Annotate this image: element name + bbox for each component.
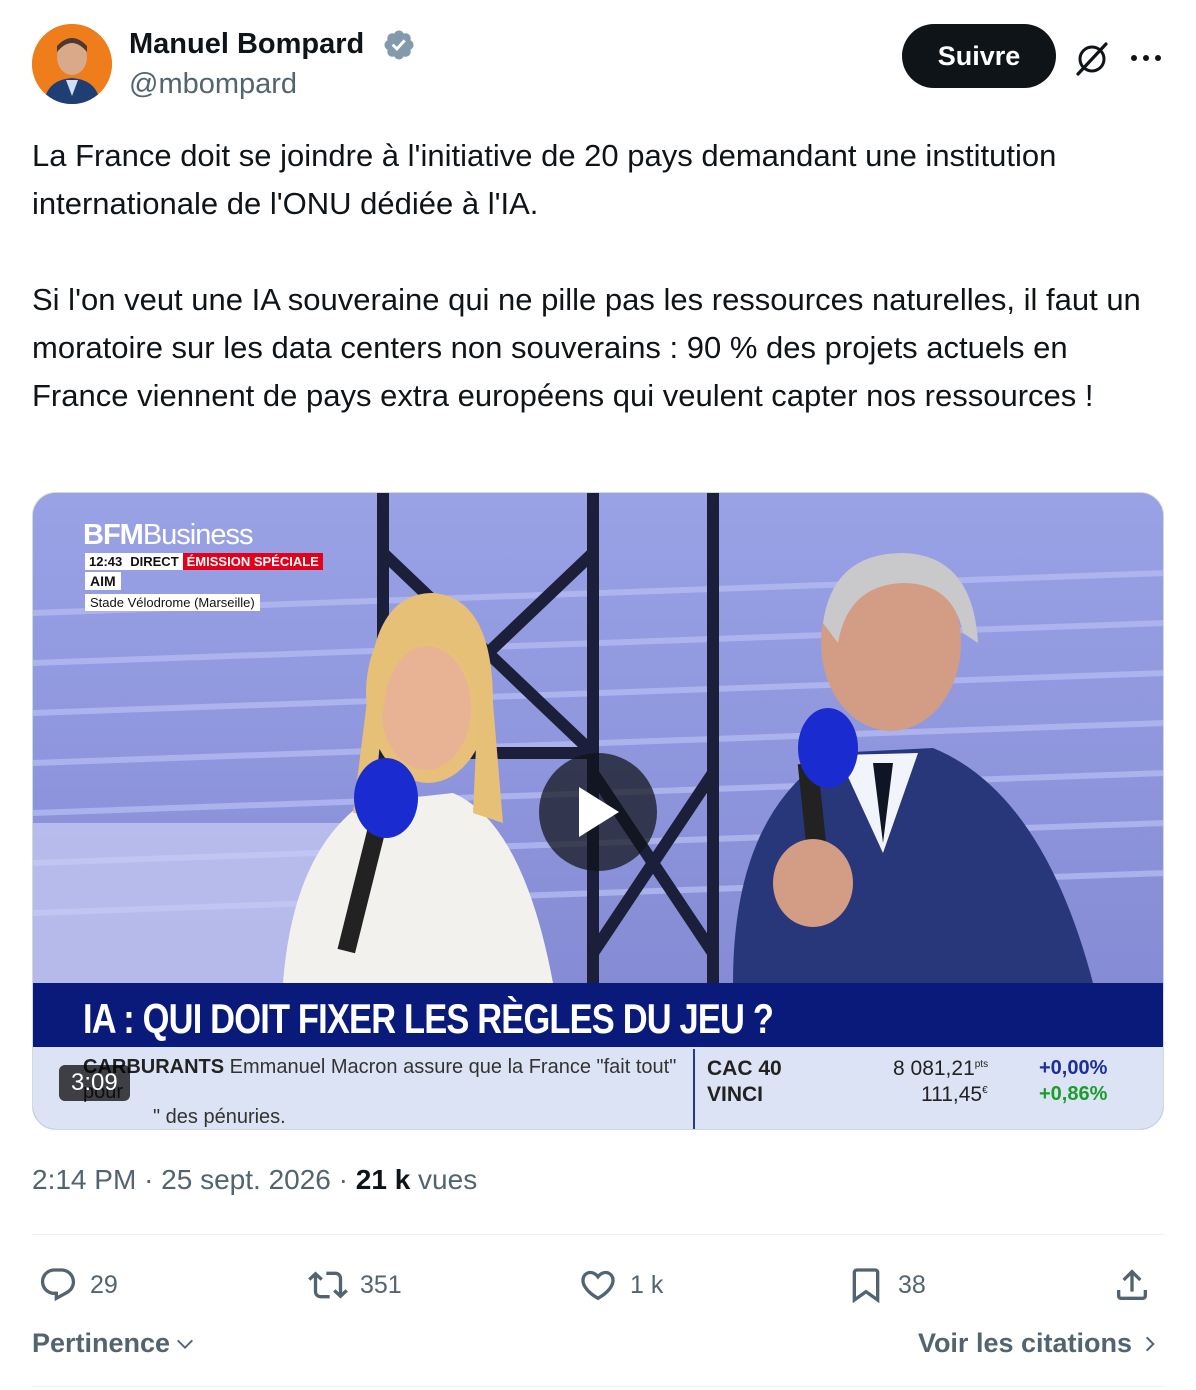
grok-icon[interactable] (1072, 38, 1112, 78)
bookmark-button[interactable]: 38 (846, 1258, 926, 1312)
program-label: AIM (85, 572, 121, 590)
reply-icon (40, 1268, 76, 1302)
stock-value: 111,45€ (921, 1083, 988, 1106)
venue-label: Stade Vélodrome (Marseille) (85, 594, 260, 611)
repost-icon (308, 1271, 348, 1299)
channel-logo: BFMBusiness (83, 519, 253, 551)
reply-button[interactable]: 29 (38, 1258, 118, 1312)
like-count: 1 k (630, 1270, 664, 1299)
author-handle[interactable]: @mbompard (129, 68, 297, 101)
divider (32, 1234, 1164, 1235)
sort-dropdown[interactable]: Pertinence (32, 1328, 196, 1359)
play-icon (579, 787, 619, 837)
stock-name: VINCI (707, 1083, 764, 1106)
play-button[interactable] (539, 753, 657, 871)
stock-change: +0,86% (1039, 1083, 1108, 1105)
ticker-news: CARBURANTS Emmanuel Macron assure que la… (83, 1056, 677, 1128)
bookmark-icon (852, 1268, 880, 1304)
repost-button[interactable]: 351 (308, 1258, 402, 1312)
views-label: vues (418, 1164, 478, 1195)
heart-icon (581, 1270, 615, 1301)
more-icon[interactable] (1126, 38, 1166, 78)
headline-text: IA : QUI DOIT FIXER LES RÈGLES DU JEU ? (83, 995, 774, 1042)
quotes-label: Voir les citations (917, 1328, 1132, 1358)
verified-badge-icon (384, 30, 414, 60)
sort-label: Pertinence (32, 1328, 171, 1358)
tweet-paragraph: Si l'on veut une IA souveraine qui ne pi… (32, 282, 1141, 413)
like-button[interactable]: 1 k (578, 1258, 663, 1312)
bookmark-count: 38 (898, 1270, 926, 1299)
author-avatar[interactable] (32, 24, 112, 104)
view-quotes-link[interactable]: Voir les citations (918, 1328, 1160, 1359)
views-count: 21 k (355, 1164, 411, 1195)
tweet-text: La France doit se joindre à l'initiative… (32, 132, 1172, 420)
tweet-header: Manuel Bompard @mbompard Suivre (32, 24, 1164, 106)
tweet-date[interactable]: 25 sept. 2026 (161, 1164, 331, 1195)
stock-value: 8 081,21pts (893, 1057, 989, 1080)
chevron-down-icon (177, 1339, 194, 1349)
stock-name: CAC 40 (707, 1057, 782, 1080)
follow-button[interactable]: Suivre (902, 24, 1056, 88)
video-duration: 3:09 (59, 1065, 130, 1101)
author-name[interactable]: Manuel Bompard (129, 28, 364, 61)
tweet-paragraph: La France doit se joindre à l'initiative… (32, 138, 1057, 221)
repost-count: 351 (360, 1270, 402, 1299)
chevron-right-icon (1145, 1336, 1155, 1351)
share-icon (1117, 1269, 1147, 1300)
video-player[interactable]: BFMBusiness 12:43 DIRECT ÉMISSION SPÉCIA… (32, 492, 1164, 1130)
reply-count: 29 (90, 1270, 118, 1299)
tweet-meta: 2:14 PM · 25 sept. 2026 · 21 k vues (32, 1164, 478, 1195)
stock-change: +0,00% (1039, 1057, 1108, 1079)
tweet-time[interactable]: 2:14 PM (32, 1164, 136, 1195)
ticker-separator (693, 1049, 695, 1129)
action-bar: 29 351 1 k 38 (32, 1258, 1164, 1312)
live-indicator: 12:43 DIRECT ÉMISSION SPÉCIALE (85, 553, 323, 570)
share-button[interactable] (1112, 1258, 1152, 1312)
divider (32, 1386, 1164, 1387)
